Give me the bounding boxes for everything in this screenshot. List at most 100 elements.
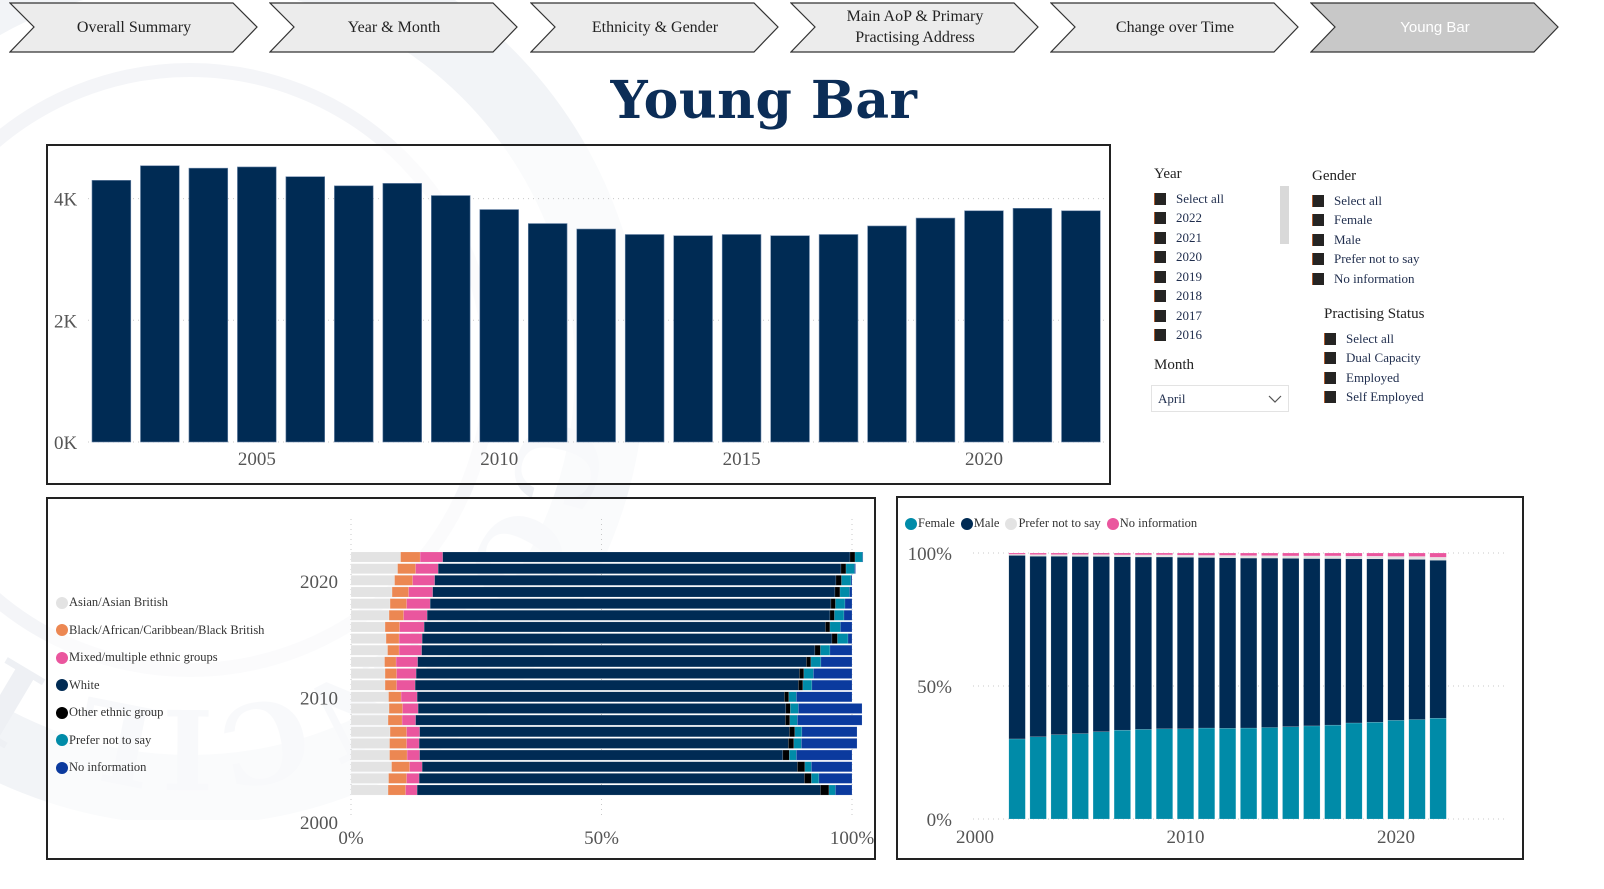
- segment-no-information-2022[interactable]: [1429, 552, 1447, 558]
- segment-prefer-not-to-say-2012[interactable]: [803, 668, 814, 679]
- segment-mixed-multiple-ethnic-groups-2006[interactable]: [406, 738, 420, 749]
- segment-no-information-2013[interactable]: [820, 656, 853, 668]
- segment-white-2010[interactable]: [416, 691, 785, 703]
- segment-no-information-2018[interactable]: [844, 598, 853, 609]
- segment-black-african-caribbean-black-british-2005[interactable]: [389, 749, 408, 761]
- bar-2008[interactable]: [382, 183, 422, 443]
- segment-other-ethnic-group-2004[interactable]: [797, 761, 806, 772]
- segment-asian-asian-british-2013[interactable]: [350, 656, 385, 668]
- segment-prefer-not-to-say-2021[interactable]: [1408, 556, 1426, 560]
- segment-black-african-caribbean-black-british-2012[interactable]: [384, 668, 397, 679]
- gender-option-male[interactable]: Male: [1312, 230, 1420, 250]
- segment-mixed-multiple-ethnic-groups-2010[interactable]: [400, 691, 418, 703]
- year-option-2019[interactable]: 2019: [1154, 267, 1224, 287]
- segment-prefer-not-to-say-2017[interactable]: [834, 610, 845, 621]
- segment-black-african-caribbean-black-british-2010[interactable]: [388, 691, 402, 703]
- segment-mixed-multiple-ethnic-groups-2008[interactable]: [401, 714, 416, 726]
- segment-black-african-caribbean-black-british-2006[interactable]: [389, 738, 407, 749]
- segment-mixed-multiple-ethnic-groups-2011[interactable]: [396, 679, 416, 691]
- segment-white-2015[interactable]: [421, 633, 833, 644]
- segment-no-information-2009[interactable]: [798, 703, 863, 714]
- bar-2012[interactable]: [576, 228, 616, 443]
- segment-female-2010[interactable]: [1177, 728, 1194, 820]
- segment-prefer-not-to-say-2013[interactable]: [1240, 555, 1258, 559]
- bar-2015[interactable]: [721, 234, 762, 443]
- segment-white-2013[interactable]: [417, 656, 807, 668]
- bar-2021[interactable]: [1012, 208, 1053, 443]
- segment-male-2011[interactable]: [1198, 557, 1215, 729]
- segment-mixed-multiple-ethnic-groups-2007[interactable]: [406, 726, 420, 738]
- segment-other-ethnic-group-2007[interactable]: [789, 726, 796, 738]
- segment-other-ethnic-group-2017[interactable]: [829, 610, 835, 621]
- segment-no-information-2019[interactable]: [1366, 552, 1384, 557]
- legend-item-prefer-not-to-say[interactable]: Prefer not to say: [1005, 516, 1101, 531]
- segment-other-ethnic-group-2021[interactable]: [840, 563, 847, 574]
- status-option-employed[interactable]: Employed: [1324, 368, 1424, 388]
- segment-mixed-multiple-ethnic-groups-2014[interactable]: [398, 644, 422, 656]
- segment-no-information-2011[interactable]: [1198, 552, 1215, 556]
- segment-male-2003[interactable]: [1029, 555, 1047, 738]
- segment-asian-asian-british-2010[interactable]: [350, 691, 389, 703]
- segment-no-information-2017[interactable]: [1324, 552, 1342, 557]
- segment-no-information-2009[interactable]: [1156, 552, 1173, 556]
- segment-female-2020[interactable]: [1387, 720, 1405, 820]
- segment-black-african-caribbean-black-british-2009[interactable]: [388, 703, 403, 714]
- segment-no-information-2003[interactable]: [818, 773, 853, 784]
- segment-other-ethnic-group-2020[interactable]: [835, 575, 842, 586]
- segment-black-african-caribbean-black-british-2007[interactable]: [389, 726, 407, 738]
- segment-asian-asian-british-2006[interactable]: [350, 738, 390, 749]
- segment-male-2022[interactable]: [1429, 559, 1447, 719]
- segment-no-information-2021[interactable]: [1408, 552, 1426, 557]
- segment-other-ethnic-group-2016[interactable]: [825, 621, 831, 633]
- segment-prefer-not-to-say-2012[interactable]: [1219, 555, 1237, 558]
- segment-no-information-2013[interactable]: [1240, 552, 1258, 556]
- segment-prefer-not-to-say-2014[interactable]: [820, 644, 831, 656]
- segment-other-ethnic-group-2008[interactable]: [785, 714, 791, 726]
- segment-male-2006[interactable]: [1092, 556, 1110, 732]
- segment-female-2011[interactable]: [1198, 727, 1215, 820]
- segment-no-information-2008[interactable]: [797, 714, 863, 726]
- segment-male-2002[interactable]: [1008, 555, 1026, 740]
- segment-black-african-caribbean-black-british-2004[interactable]: [391, 761, 410, 772]
- segment-other-ethnic-group-2022[interactable]: [849, 551, 856, 563]
- segment-female-2005[interactable]: [1071, 733, 1089, 820]
- segment-other-ethnic-group-2019[interactable]: [834, 586, 841, 598]
- segment-other-ethnic-group-2003[interactable]: [804, 773, 812, 784]
- status-option-select-all[interactable]: Select all: [1324, 329, 1424, 349]
- segment-no-information-2006[interactable]: [801, 738, 858, 749]
- segment-no-information-2007[interactable]: [801, 726, 858, 738]
- segment-white-2022[interactable]: [442, 551, 851, 563]
- segment-asian-asian-british-2003[interactable]: [350, 773, 389, 784]
- segment-no-information-2011[interactable]: [811, 679, 853, 691]
- segment-prefer-not-to-say-2010[interactable]: [788, 691, 797, 703]
- segment-white-2016[interactable]: [423, 621, 826, 633]
- segment-black-african-caribbean-black-british-2011[interactable]: [384, 679, 397, 691]
- segment-asian-asian-british-2012[interactable]: [350, 668, 386, 679]
- bar-2020[interactable]: [964, 210, 1004, 443]
- bar-2004[interactable]: [188, 167, 229, 443]
- segment-mixed-multiple-ethnic-groups-2018[interactable]: [406, 598, 431, 609]
- segment-prefer-not-to-say-2022[interactable]: [1429, 557, 1447, 561]
- year-option-2022[interactable]: 2022: [1154, 209, 1224, 229]
- segment-black-african-caribbean-black-british-2022[interactable]: [400, 551, 421, 563]
- bar-2007[interactable]: [334, 185, 374, 443]
- segment-female-2008[interactable]: [1134, 729, 1152, 820]
- segment-no-information-2005[interactable]: [1071, 552, 1089, 555]
- segment-prefer-not-to-say-2015[interactable]: [837, 633, 849, 644]
- segment-male-2017[interactable]: [1324, 558, 1342, 726]
- segment-black-african-caribbean-black-british-2018[interactable]: [389, 598, 407, 609]
- segment-male-2018[interactable]: [1345, 558, 1363, 724]
- segment-male-2004[interactable]: [1050, 555, 1068, 735]
- gender-option-prefer-not-to-say[interactable]: Prefer not to say: [1312, 250, 1420, 270]
- segment-no-information-2004[interactable]: [1050, 552, 1068, 555]
- segment-prefer-not-to-say-2021[interactable]: [845, 563, 855, 574]
- segment-prefer-not-to-say-2022[interactable]: [854, 551, 863, 563]
- segment-male-2008[interactable]: [1134, 556, 1152, 730]
- segment-male-2007[interactable]: [1113, 556, 1131, 731]
- segment-prefer-not-to-say-2011[interactable]: [1198, 555, 1215, 558]
- segment-female-2014[interactable]: [1261, 727, 1279, 820]
- legend-item-no-information[interactable]: No information: [56, 754, 264, 782]
- nav-tab-main-aop[interactable]: Main AoP & Primary Practising Address: [790, 2, 1040, 53]
- segment-prefer-not-to-say-2009[interactable]: [790, 703, 799, 714]
- segment-other-ethnic-group-2015[interactable]: [831, 633, 838, 644]
